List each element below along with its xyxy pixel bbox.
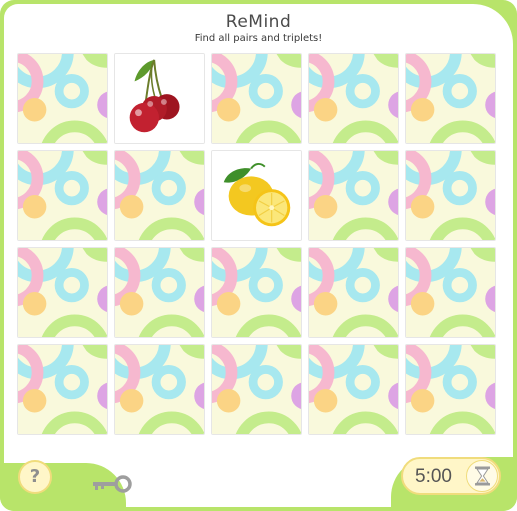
card-back-pattern	[406, 345, 495, 434]
card-back-pattern	[212, 54, 301, 143]
card-back-pattern	[212, 345, 301, 434]
card-hidden[interactable]	[405, 150, 496, 241]
card-hidden[interactable]	[114, 150, 205, 241]
card-back-pattern	[406, 248, 495, 337]
card-back-pattern	[115, 151, 204, 240]
card-back-pattern	[212, 248, 301, 337]
lemon-image	[212, 151, 301, 240]
card-back-pattern	[406, 54, 495, 143]
help-button[interactable]: ?	[18, 460, 52, 494]
card-back-pattern	[406, 151, 495, 240]
cherries-image	[115, 54, 204, 143]
card-revealed-cherries[interactable]	[114, 53, 205, 144]
card-hidden[interactable]	[405, 53, 496, 144]
card-back-pattern	[309, 151, 398, 240]
card-hidden[interactable]	[405, 344, 496, 435]
hourglass-button[interactable]	[466, 460, 498, 492]
timer: 5:00	[401, 457, 501, 495]
game-subtitle: Find all pairs and triplets!	[194, 33, 323, 44]
card-grid	[17, 53, 496, 435]
card-hidden[interactable]	[211, 53, 302, 144]
game-title: ReMind	[225, 12, 292, 32]
hourglass-icon	[475, 466, 490, 486]
card-hidden[interactable]	[308, 53, 399, 144]
card-hidden[interactable]	[17, 344, 108, 435]
game-panel: ReMind Find all pairs and triplets!	[4, 4, 513, 507]
question-icon: ?	[29, 466, 41, 487]
card-hidden[interactable]	[17, 150, 108, 241]
card-back-pattern	[309, 345, 398, 434]
card-back-pattern	[309, 54, 398, 143]
card-back-pattern	[115, 345, 204, 434]
key-icon[interactable]	[91, 474, 133, 494]
card-hidden[interactable]	[17, 53, 108, 144]
card-hidden[interactable]	[114, 247, 205, 338]
game-frame: ReMind Find all pairs and triplets! ? 5:…	[0, 0, 517, 511]
card-hidden[interactable]	[308, 344, 399, 435]
card-back-pattern	[115, 248, 204, 337]
card-back-pattern	[18, 345, 107, 434]
card-back-pattern	[18, 54, 107, 143]
card-revealed-lemon[interactable]	[211, 150, 302, 241]
card-hidden[interactable]	[308, 247, 399, 338]
header: ReMind Find all pairs and triplets!	[4, 12, 513, 45]
card-hidden[interactable]	[114, 344, 205, 435]
card-hidden[interactable]	[211, 344, 302, 435]
card-hidden[interactable]	[308, 150, 399, 241]
card-hidden[interactable]	[405, 247, 496, 338]
card-back-pattern	[18, 248, 107, 337]
timer-value: 5:00	[415, 466, 452, 487]
card-back-pattern	[309, 248, 398, 337]
card-back-pattern	[18, 151, 107, 240]
card-hidden[interactable]	[17, 247, 108, 338]
card-hidden[interactable]	[211, 247, 302, 338]
